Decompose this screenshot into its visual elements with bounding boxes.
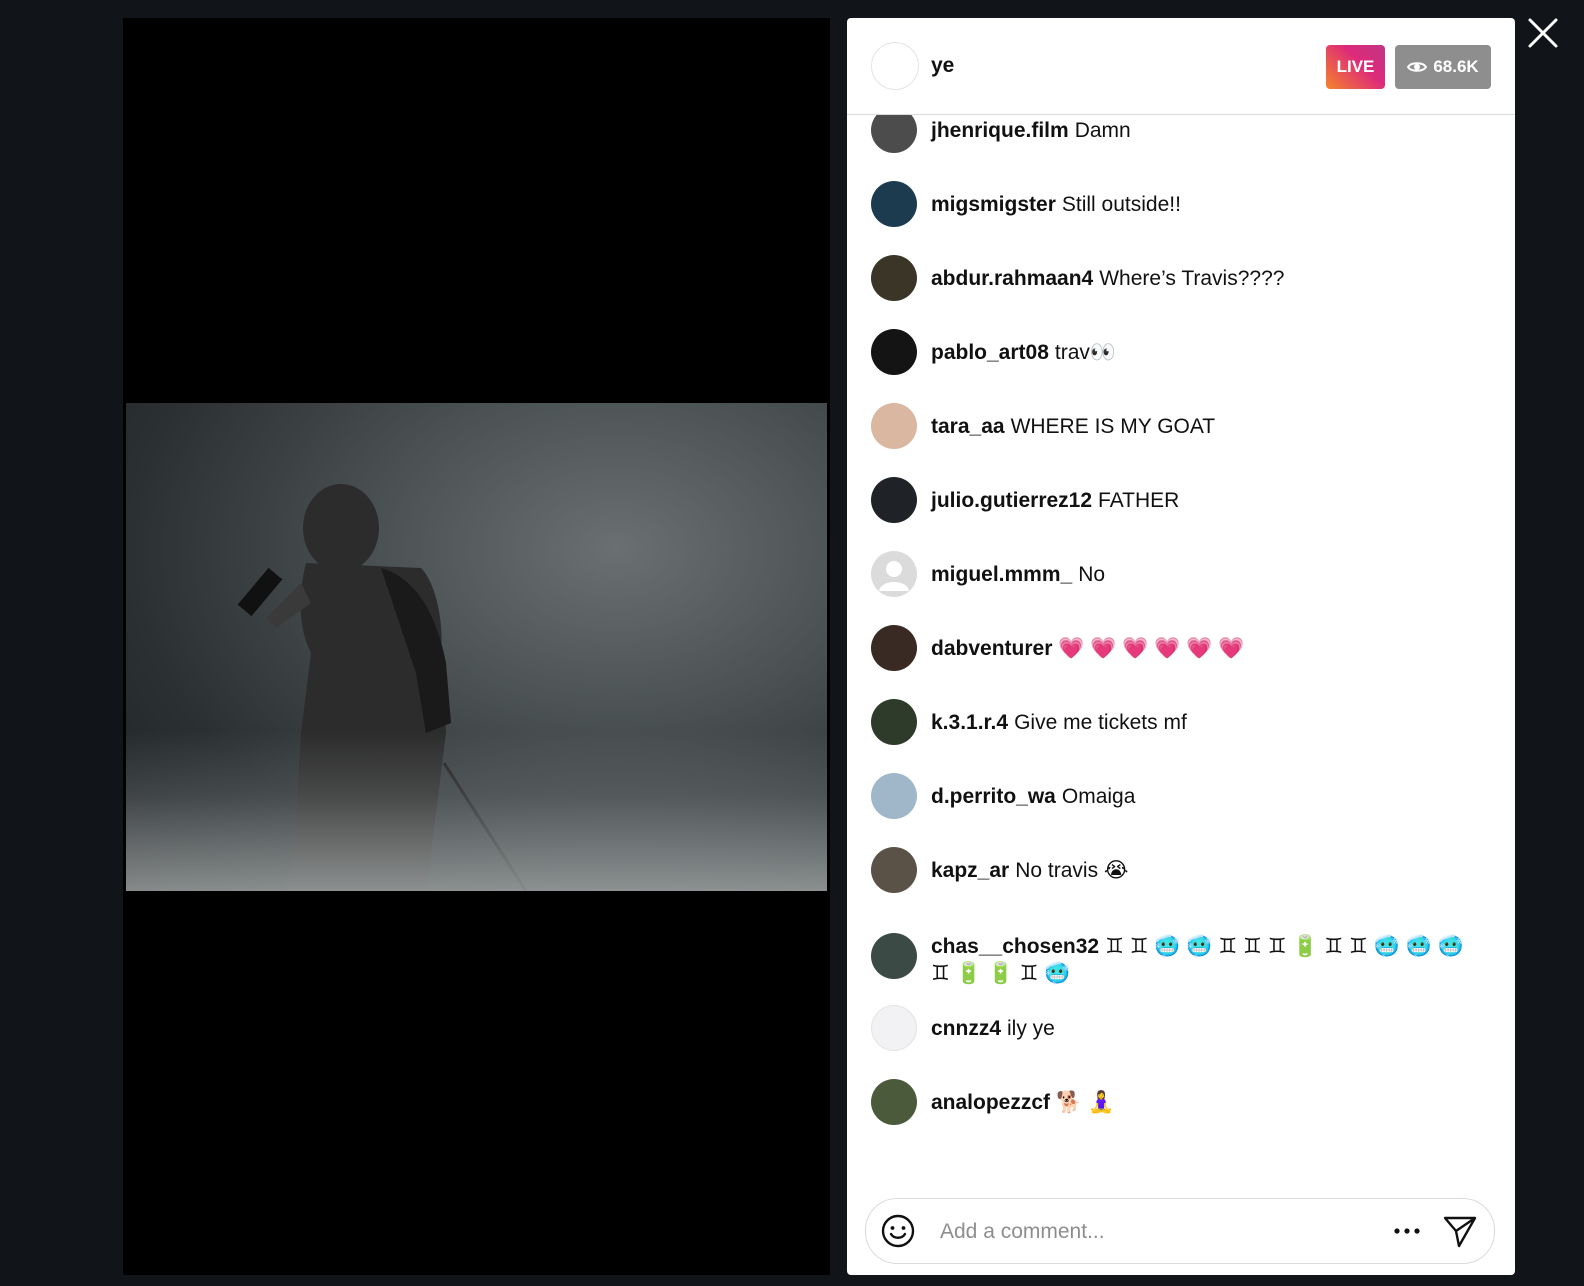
comment: jhenrique.film Damn <box>871 115 1491 153</box>
comment-username[interactable]: d.perrito_wa <box>931 785 1056 808</box>
comment-username[interactable]: chas__chosen32 <box>931 935 1099 958</box>
comment: dabventurer 💗 💗 💗 💗 💗 💗 <box>871 625 1491 671</box>
comment-text: Still outside!! <box>1061 193 1181 216</box>
viewer-count-badge[interactable]: 68.6K <box>1395 45 1491 89</box>
comment: tara_aa WHERE IS MY GOAT <box>871 403 1491 449</box>
comment: cnnzz4 ily ye <box>871 1005 1491 1051</box>
comment-username[interactable]: julio.gutierrez12 <box>931 489 1092 512</box>
comment-text: Where’s Travis???? <box>1099 267 1285 290</box>
comment-username[interactable]: pablo_art08 <box>931 341 1049 364</box>
commenter-avatar[interactable] <box>871 551 917 597</box>
comment-text: No travis 😭 <box>1015 859 1129 882</box>
comment-username[interactable]: kapz_ar <box>931 859 1009 882</box>
default-avatar-icon <box>879 561 909 591</box>
comment-username[interactable]: dabventurer <box>931 637 1052 660</box>
comment-username[interactable]: miguel.mmm_ <box>931 563 1072 586</box>
live-chat-panel: ye LIVE 68.6K jhenrique.film Damn migsmig… <box>847 18 1515 1275</box>
viewer-count: 68.6K <box>1433 57 1479 76</box>
close-icon[interactable] <box>1527 17 1559 49</box>
comment-username[interactable]: cnnzz4 <box>931 1017 1001 1040</box>
comment-username[interactable]: tara_aa <box>931 415 1005 438</box>
comment: julio.gutierrez12 FATHER <box>871 477 1491 523</box>
eye-icon <box>1407 62 1428 72</box>
comment: analopezzcf 🐕 🧘‍♀️ <box>871 1079 1491 1125</box>
comment-text: Omaiga <box>1061 785 1136 808</box>
host-username[interactable]: ye <box>931 54 954 78</box>
comment-username[interactable]: jhenrique.film <box>931 119 1069 142</box>
comment-text: 💗 💗 💗 💗 💗 💗 <box>1058 637 1245 660</box>
comment-username[interactable]: k.3.1.r.4 <box>931 711 1008 734</box>
comment-text: ily ye <box>1007 1017 1055 1040</box>
video-frame <box>126 403 827 891</box>
live-badge: LIVE <box>1326 45 1385 89</box>
comment-text: FATHER <box>1098 489 1180 512</box>
commenter-avatar[interactable] <box>871 1005 917 1051</box>
send-icon[interactable] <box>1442 1213 1478 1249</box>
commenter-avatar[interactable] <box>871 181 917 227</box>
comment-composer <box>865 1198 1495 1264</box>
comment-text: Give me tickets mf <box>1014 711 1187 734</box>
emoji-icon[interactable] <box>880 1213 916 1249</box>
comment-text: No <box>1078 563 1106 586</box>
comment-text: trav👀 <box>1054 341 1117 364</box>
host-avatar[interactable] <box>871 42 919 90</box>
chat-header: ye LIVE 68.6K <box>847 18 1515 115</box>
comment-username[interactable]: migsmigster <box>931 193 1056 216</box>
commenter-avatar[interactable] <box>871 115 917 153</box>
commenter-avatar[interactable] <box>871 847 917 893</box>
comment: d.perrito_wa Omaiga <box>871 773 1491 819</box>
commenter-avatar[interactable] <box>871 255 917 301</box>
commenter-avatar[interactable] <box>871 699 917 745</box>
more-options-icon[interactable] <box>1390 1217 1424 1245</box>
commenter-avatar[interactable] <box>871 625 917 671</box>
commenter-avatar[interactable] <box>871 329 917 375</box>
comment: kapz_ar No travis 😭 <box>871 847 1491 893</box>
comment-text: WHERE IS MY GOAT <box>1010 415 1216 438</box>
comment: miguel.mmm_ No <box>871 551 1491 597</box>
comment-input[interactable] <box>938 1213 1362 1251</box>
comment: k.3.1.r.4 Give me tickets mf <box>871 699 1491 745</box>
comment-text: 🐕 🧘‍♀️ <box>1056 1091 1115 1114</box>
comment: migsmigster Still outside!! <box>871 181 1491 227</box>
comment-text: Damn <box>1074 119 1131 142</box>
commenter-avatar[interactable] <box>871 933 917 979</box>
comment-list[interactable]: jhenrique.film Damn migsmigster Still outs… <box>847 115 1515 1175</box>
commenter-avatar[interactable] <box>871 773 917 819</box>
live-video-player[interactable] <box>123 18 830 1275</box>
comment: abdur.rahmaan4 Where’s Travis???? <box>871 255 1491 301</box>
commenter-avatar[interactable] <box>871 477 917 523</box>
commenter-avatar[interactable] <box>871 403 917 449</box>
commenter-avatar[interactable] <box>871 1079 917 1125</box>
comment-username[interactable]: abdur.rahmaan4 <box>931 267 1093 290</box>
comment: chas__chosen32 ♊ ♊ 🥶 🥶 ♊ ♊ ♊ 🔋 ♊ ♊ 🥶 🥶 🥶 … <box>871 923 1491 987</box>
comment: pablo_art08 trav👀 <box>871 329 1491 375</box>
comment-username[interactable]: analopezzcf <box>931 1091 1050 1114</box>
